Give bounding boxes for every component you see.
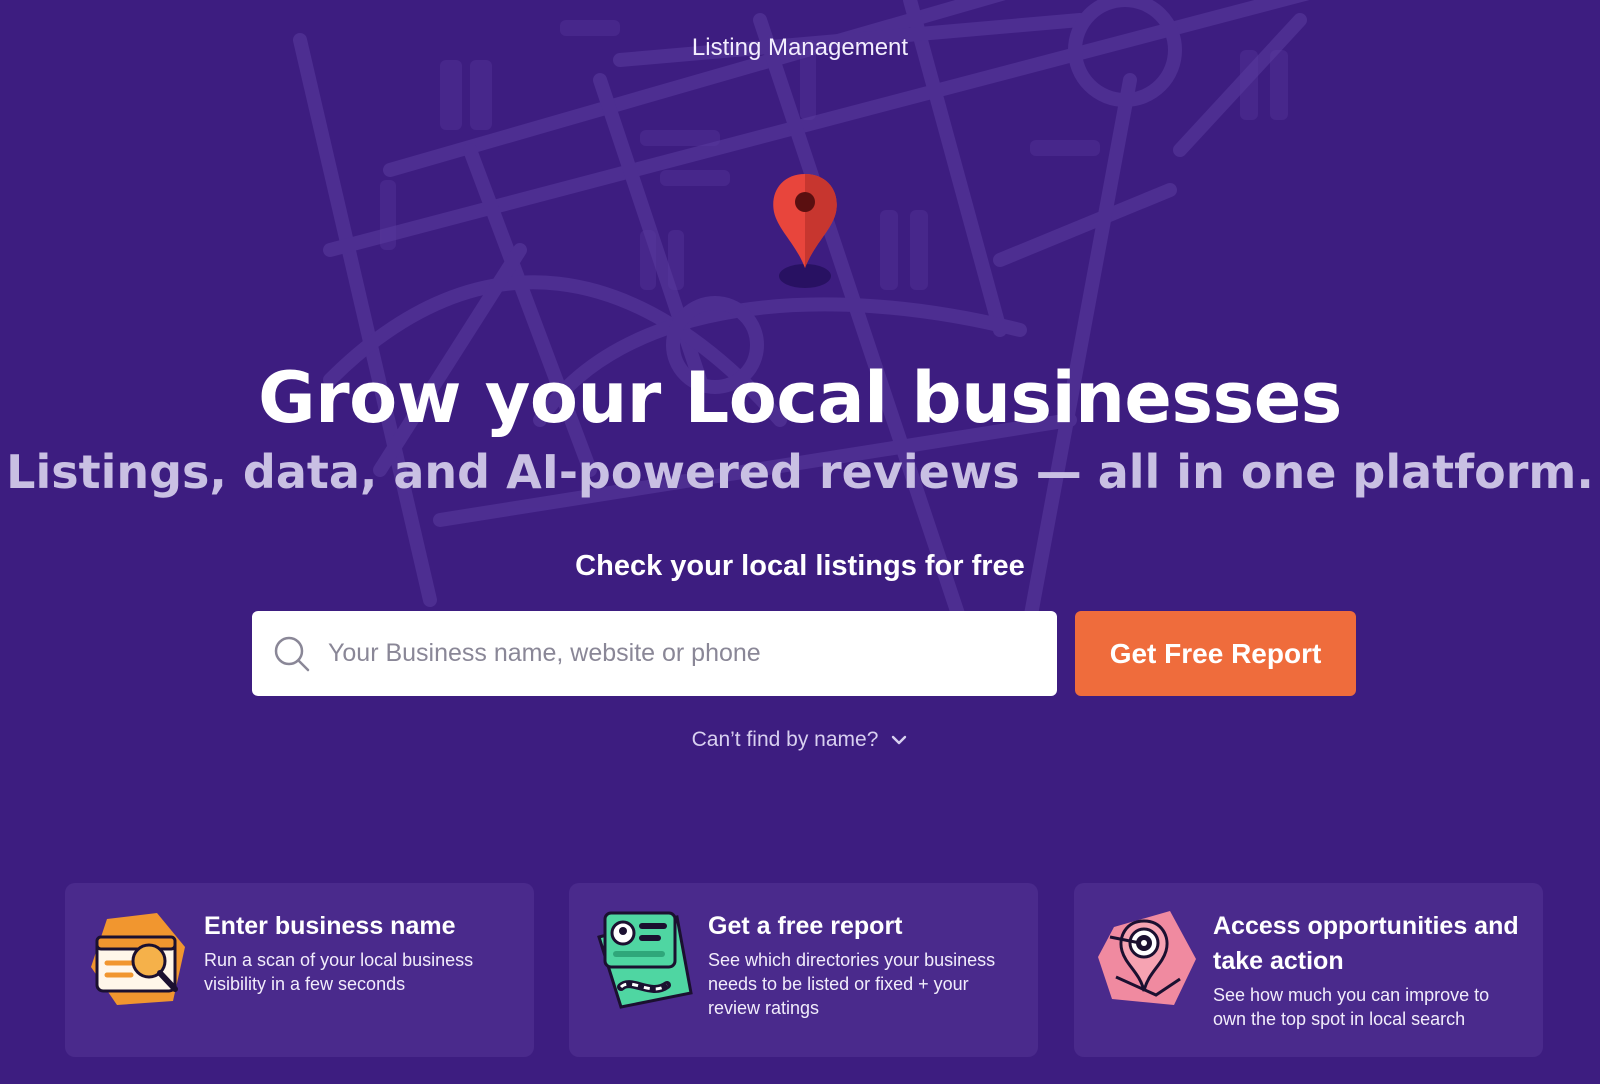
step-description: See which directories your business need…: [708, 950, 996, 1018]
step-card-enter-business-name: Enter business name Run a scan of your l…: [65, 883, 534, 1057]
step-card-access-opportunities: Access opportunities and take action See…: [1074, 883, 1543, 1057]
step-description: See how much you can improve to own the …: [1213, 985, 1490, 1029]
search-icon: [274, 636, 310, 671]
cant-find-label: Can’t find by name?: [691, 728, 879, 751]
step-description: Run a scan of your local business visibi…: [204, 950, 474, 994]
cant-find-by-name-toggle[interactable]: Can’t find by name?: [0, 728, 1600, 752]
page-title: Grow your Local businesses: [258, 357, 1342, 439]
step-title: Get a free report: [708, 912, 903, 940]
business-search-input[interactable]: [326, 638, 1030, 669]
cta-title: Check your local listings for free: [575, 550, 1025, 582]
get-free-report-button[interactable]: Get Free Report: [1075, 611, 1356, 696]
magnifier-browser-illustration: [91, 913, 185, 1005]
page-subtitle: Listings, data, and AI-powered reviews —…: [6, 445, 1594, 499]
report-card-illustration: [597, 911, 693, 1009]
target-pin-illustration: [1098, 911, 1196, 1005]
step-card-get-free-report: Get a free report See which directories …: [569, 883, 1038, 1057]
chevron-down-icon: [892, 735, 907, 745]
business-search-box[interactable]: [252, 611, 1057, 696]
step-title: Access opportunities and take action: [1213, 912, 1519, 975]
hero-section: Listing Management Grow your Local busin…: [0, 0, 1600, 1084]
section-label: Listing Management: [691, 34, 909, 61]
map-pin-icon: [773, 174, 837, 288]
step-title: Enter business name: [204, 912, 456, 940]
